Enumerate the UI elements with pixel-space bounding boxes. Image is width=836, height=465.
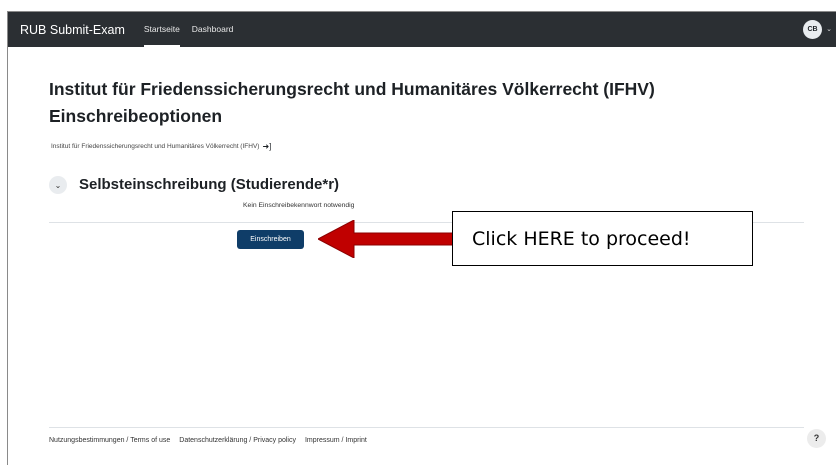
red-arrow-annotation <box>318 220 458 258</box>
enroll-button[interactable]: Einschreiben <box>237 230 304 249</box>
section-title: Selbsteinschreibung (Studierende*r) <box>79 176 340 193</box>
page-title: Institut für Friedenssicherungsrecht und… <box>49 79 655 99</box>
footer-link-privacy[interactable]: Datenschutzerklärung / Privacy policy <box>179 437 296 444</box>
annotation-callout: Click HERE to proceed! <box>452 211 753 266</box>
chevron-down-icon[interactable]: ⌄ <box>826 25 832 33</box>
nav-link-startseite[interactable]: Startseite <box>143 12 180 47</box>
footer-link-terms[interactable]: Nutzungsbestimmungen / Terms of use <box>49 437 170 444</box>
footer: Nutzungsbestimmungen / Terms of use Date… <box>49 437 367 444</box>
site-brand[interactable]: RUB Submit-Exam <box>20 23 125 37</box>
breadcrumb-link[interactable]: Institut für Friedenssicherungsrecht und… <box>51 143 259 150</box>
enter-icon: ➜] <box>262 142 272 151</box>
callout-text: Click HERE to proceed! <box>472 227 691 250</box>
breadcrumb: Institut für Friedenssicherungsrecht und… <box>51 142 271 151</box>
avatar[interactable]: CB <box>803 20 822 39</box>
footer-link-imprint[interactable]: Impressum / Imprint <box>305 437 367 444</box>
enrol-key-info: Kein Einschreibekennwort notwendig <box>243 202 355 209</box>
footer-divider <box>49 427 804 428</box>
enrolment-section-header: ⌄ Selbsteinschreibung (Studierende*r) <box>49 175 339 195</box>
nav-link-dashboard[interactable]: Dashboard <box>192 12 234 47</box>
collapse-toggle-icon[interactable]: ⌄ <box>49 176 67 194</box>
navbar: RUB Submit-Exam Startseite Dashboard CB … <box>8 12 836 47</box>
page-subtitle: Einschreibeoptionen <box>49 106 223 126</box>
help-button[interactable]: ? <box>807 429 826 448</box>
